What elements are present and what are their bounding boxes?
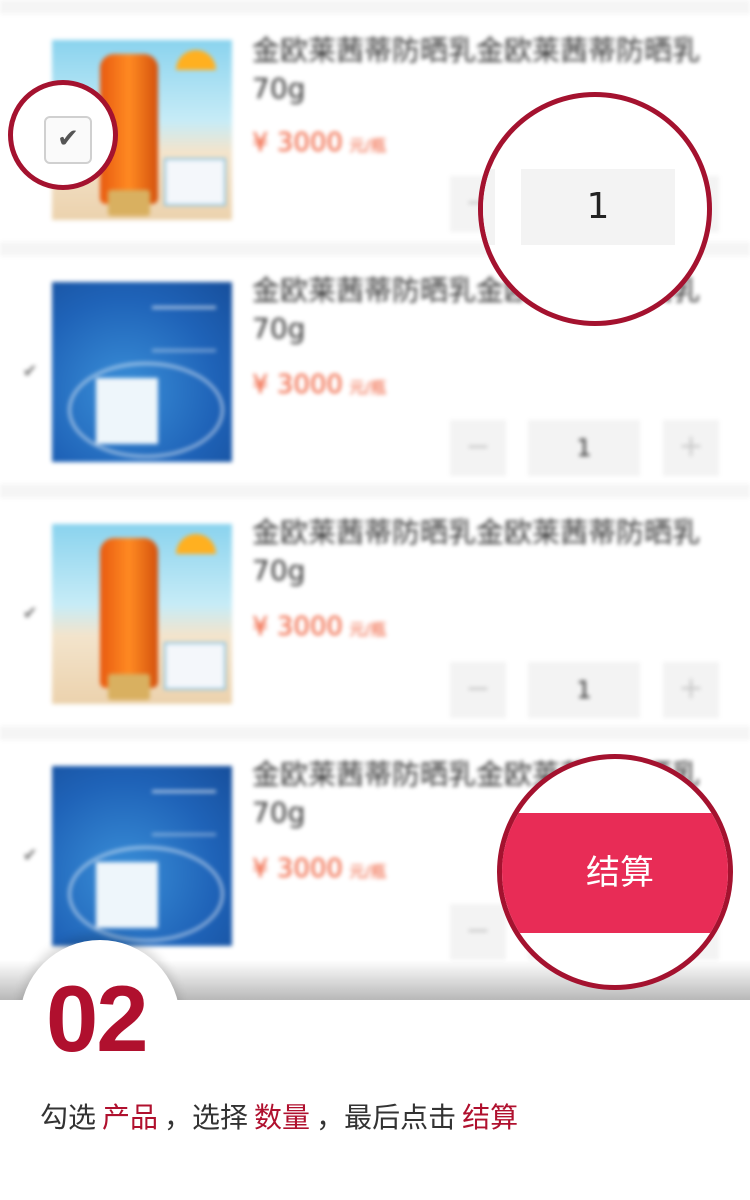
checkbox-zoomed[interactable]: ✔	[44, 116, 92, 164]
quantity-input-zoomed[interactable]: 1	[521, 169, 675, 245]
decrease-button[interactable]: −	[450, 420, 506, 476]
magnifier-quantity: 1	[478, 92, 712, 326]
magnifier-checkbox: ✔	[8, 80, 118, 190]
quantity-input[interactable]: 1	[528, 662, 640, 718]
product-image[interactable]	[52, 282, 232, 462]
product-price: ¥ 3000 元/瓶	[252, 854, 387, 884]
cart-item: ✔ 金欧莱茜蒂防晒乳金欧莱茜蒂防晒乳70g ¥ 3000元/瓶 − 1 +	[0, 498, 750, 726]
product-price: ¥ 3000 元/瓶	[252, 128, 387, 158]
checkbox[interactable]: ✔	[18, 360, 42, 384]
divider	[0, 0, 750, 14]
product-title[interactable]: 金欧莱茜蒂防晒乳金欧莱茜蒂防晒乳70g	[252, 514, 722, 590]
decrease-button[interactable]: −	[450, 662, 506, 718]
checkbox[interactable]: ✔	[18, 844, 42, 868]
divider	[0, 484, 750, 498]
highlight-quantity: 数量	[254, 1101, 311, 1134]
step-number: 02	[46, 966, 149, 1071]
decrease-button-zoomed[interactable]	[483, 169, 495, 245]
increase-button[interactable]: +	[663, 662, 719, 718]
divider	[0, 726, 750, 740]
magnifier-checkout: 结算	[497, 754, 733, 990]
product-price: ¥ 3000 元/瓶	[252, 612, 387, 642]
product-price: ¥ 3000 元/瓶	[252, 370, 387, 400]
increase-button[interactable]: +	[663, 420, 719, 476]
product-title[interactable]: 金欧莱茜蒂防晒乳金欧莱茜蒂防晒乳70g	[252, 32, 722, 108]
decrease-button[interactable]: −	[450, 904, 506, 960]
instruction-text: 勾选 产品 ，选择 数量 ，最后点击 结算	[40, 1101, 519, 1134]
highlight-checkout: 结算	[462, 1101, 519, 1134]
checkout-button[interactable]: 结算	[502, 813, 728, 933]
product-image[interactable]	[52, 766, 232, 946]
product-image[interactable]	[52, 524, 232, 704]
checkbox[interactable]: ✔	[18, 602, 42, 626]
highlight-product: 产品	[102, 1101, 159, 1134]
quantity-input[interactable]: 1	[528, 420, 640, 476]
